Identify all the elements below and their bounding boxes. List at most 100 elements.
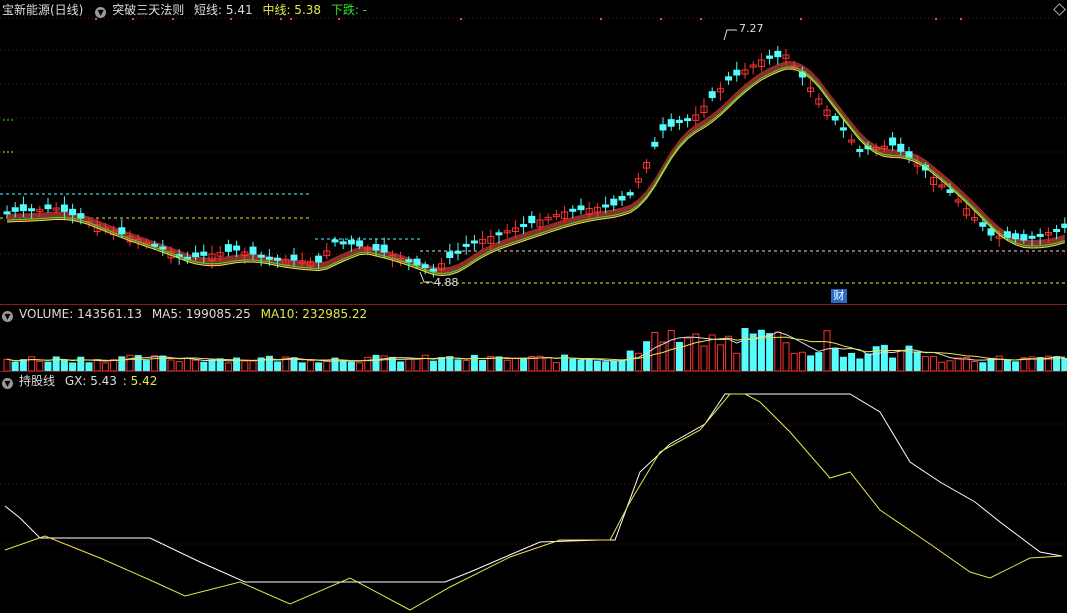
volume-bar xyxy=(405,358,413,371)
volume-bar xyxy=(651,331,659,371)
volume-bar xyxy=(339,360,347,371)
volume-bar xyxy=(241,360,249,371)
candle-body xyxy=(626,192,634,196)
candle-body xyxy=(118,227,126,235)
kline-pane[interactable]: 宝新能源(日线) ▼ 突破三天法则 短线: 5.41 中线: 5.38 下跌: -… xyxy=(0,0,1067,304)
volume-bar xyxy=(889,357,897,371)
kline-chart[interactable] xyxy=(0,0,1067,304)
volume-bar xyxy=(421,354,429,371)
marker-dot xyxy=(600,18,602,20)
volume-bar xyxy=(142,360,150,371)
marker-dot xyxy=(230,18,232,20)
candle-body xyxy=(446,251,454,259)
candle-body xyxy=(1028,235,1036,239)
volume-ma10: MA10: 232985.22 xyxy=(260,307,368,321)
ma-yellow-line xyxy=(6,68,1065,277)
volume-bar xyxy=(593,360,601,371)
marker-dot xyxy=(280,18,282,20)
stock-name: 宝新能源(日线) xyxy=(2,3,84,17)
volume-bar xyxy=(495,356,503,371)
candle-body xyxy=(1053,229,1061,233)
candle-body xyxy=(495,232,503,236)
gx-pane[interactable]: ▼ 持股线 GX: 5.43 : 5.42 xyxy=(0,372,1067,613)
volume-bar xyxy=(69,362,77,371)
candle-body xyxy=(470,240,478,244)
candle-body xyxy=(651,141,659,147)
volume-bar xyxy=(413,357,421,371)
candle-body xyxy=(77,213,85,219)
high-price-label: 7.27 xyxy=(739,22,764,35)
chevron-down-icon[interactable]: ▼ xyxy=(95,7,107,18)
candle-body xyxy=(3,211,11,215)
volume-bar xyxy=(831,347,839,371)
volume-bar xyxy=(192,359,200,371)
volume-bar xyxy=(577,359,585,371)
volume-bar xyxy=(315,362,323,371)
volume-bar xyxy=(454,359,462,371)
volume-bar xyxy=(438,357,446,371)
candle-body xyxy=(224,244,232,252)
candle-body xyxy=(610,198,618,206)
volume-bar xyxy=(397,361,405,371)
chevron-down-icon[interactable]: ▼ xyxy=(2,311,13,322)
volume-bar xyxy=(864,353,872,371)
volume-bar xyxy=(626,350,634,371)
volume-bar xyxy=(995,355,1003,371)
volume-bar xyxy=(151,355,159,371)
candle-body xyxy=(856,148,864,152)
candle-body xyxy=(725,76,733,81)
volume-bar xyxy=(200,361,208,371)
candle-body xyxy=(1061,223,1067,228)
candle-body xyxy=(339,241,347,245)
high-leader xyxy=(723,29,737,41)
volume-bar xyxy=(520,358,528,371)
candle-body xyxy=(667,119,675,127)
candle-body xyxy=(44,204,52,210)
volume-bar xyxy=(208,359,216,371)
candle-body xyxy=(979,222,987,227)
volume-bar xyxy=(848,352,856,371)
candle-body xyxy=(290,254,298,261)
indicator-name[interactable]: 突破三天法则 xyxy=(112,3,184,17)
volume-bar xyxy=(946,360,954,371)
kline-header: 宝新能源(日线) ▼ 突破三天法则 短线: 5.41 中线: 5.38 下跌: - xyxy=(2,2,373,18)
volume-pane[interactable]: ▼ VOLUME: 143561.13 MA5: 199085.25 MA10: … xyxy=(0,305,1067,371)
gx-yellow-line xyxy=(4,393,1063,611)
candle-body xyxy=(462,243,470,247)
gx-indicator-name[interactable]: 持股线 xyxy=(19,374,55,388)
volume-bar xyxy=(684,337,692,371)
volume-bar xyxy=(479,359,487,371)
candle-body xyxy=(659,124,667,131)
volume-bar xyxy=(774,331,782,371)
volume-bar xyxy=(602,361,610,371)
volume-bar xyxy=(897,350,905,371)
candle-body xyxy=(520,224,528,228)
volume-bar xyxy=(823,330,831,371)
volume-bar xyxy=(979,362,987,371)
volume-bar xyxy=(167,359,175,371)
candle-body xyxy=(380,244,388,253)
volume-bar xyxy=(839,356,847,371)
gx-header: ▼ 持股线 GX: 5.43 : 5.42 xyxy=(0,373,163,389)
volume-bar xyxy=(610,360,618,371)
chevron-down-icon[interactable]: ▼ xyxy=(2,378,13,389)
volume-bar xyxy=(503,359,511,371)
candle-body xyxy=(889,137,897,146)
volume-bar xyxy=(544,357,552,371)
financial-report-marker[interactable]: 财 xyxy=(831,289,847,303)
volume-bar xyxy=(60,359,68,371)
mid-line-value: 中线: 5.38 xyxy=(262,3,322,17)
candle-body xyxy=(774,50,782,58)
volume-bar xyxy=(364,356,372,371)
ma-green-line xyxy=(6,66,1065,275)
volume-bar xyxy=(224,362,232,371)
volume-bar xyxy=(298,362,306,371)
candle-body xyxy=(675,119,683,123)
volume-bar xyxy=(725,335,733,371)
gx-chart[interactable] xyxy=(0,372,1067,613)
volume-bar xyxy=(585,359,593,371)
volume-bar xyxy=(77,356,85,371)
marker-dot xyxy=(338,18,340,20)
volume-ma5: MA5: 199085.25 xyxy=(151,307,251,321)
marker-dot xyxy=(460,18,462,20)
